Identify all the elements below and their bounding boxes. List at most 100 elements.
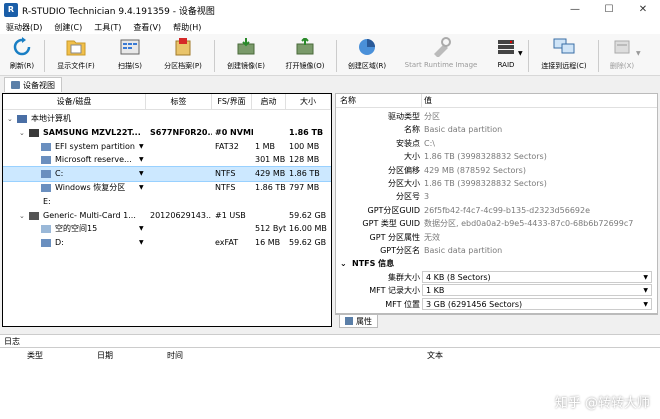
- col-fs[interactable]: FS/界面: [212, 94, 252, 110]
- property-value: 1 KB: [426, 286, 445, 296]
- col-size[interactable]: 大小: [286, 94, 331, 110]
- value-dropdown-arrow-icon[interactable]: ▼: [643, 271, 648, 284]
- prop-col-value[interactable]: 值: [422, 94, 657, 108]
- log-col-type[interactable]: 类型: [10, 350, 60, 362]
- log-col-time[interactable]: 时间: [150, 350, 200, 362]
- close-button[interactable]: ✕: [626, 0, 660, 20]
- row-dropdown-arrow-icon[interactable]: ▼: [139, 236, 144, 250]
- tree-row[interactable]: EFI system partition FAT32 1 MB 100 MB ▼: [3, 140, 331, 154]
- row-dropdown-arrow-icon[interactable]: ▼: [139, 167, 144, 181]
- property-row[interactable]: 驱动类型 分区: [336, 110, 657, 123]
- connect-remote-label: 连接到远程(C): [541, 62, 587, 70]
- tree-cell-name: C:: [55, 169, 64, 179]
- col-start[interactable]: 启动: [252, 94, 286, 110]
- ntfs-property-row[interactable]: 集群大小 4 KB (8 Sectors) ▼: [336, 270, 657, 284]
- tree-row[interactable]: E:: [3, 195, 331, 209]
- tree-cell-start: 301 MB: [255, 155, 286, 165]
- property-row[interactable]: GPT 分区属性 无效: [336, 231, 657, 244]
- tree-cell-size: 16.00 MB: [289, 224, 327, 234]
- property-row[interactable]: GPT分区名 Basic data partition: [336, 244, 657, 257]
- properties-pane: 名称 值 驱动类型 分区 名称 Basic data partition 安装点 C:\ 大…: [335, 93, 658, 314]
- property-value-field[interactable]: 3 GB (6291456 Sectors) ▼: [422, 297, 652, 311]
- property-row[interactable]: 分区偏移 429 MB (878592 Sectors): [336, 164, 657, 177]
- partition-archive-label: 分区档案(P): [164, 62, 202, 70]
- ntfs-property-row[interactable]: MFT 位置 3 GB (6291456 Sectors) ▼: [336, 297, 657, 311]
- log-col-text[interactable]: 文本: [410, 350, 460, 362]
- create-region-button[interactable]: 创建区域(R): [342, 36, 392, 74]
- connect-remote-button[interactable]: 连接到远程(C): [534, 36, 594, 74]
- property-row[interactable]: GPT 类型 GUID 数据分区, ebd0a0a2-b9e5-4433-87c0…: [336, 217, 657, 230]
- tree-row[interactable]: Microsoft reserve... 301 MB 128 MB ▼: [3, 153, 331, 167]
- col-label[interactable]: 标签: [146, 94, 212, 110]
- partition-archive-button[interactable]: 分区档案(P): [156, 36, 210, 74]
- tree-row[interactable]: ⌄ Generic- Multi-Card 1... 20120629143... #…: [3, 209, 331, 223]
- property-value-field[interactable]: 4 KB (8 Sectors) ▼: [422, 270, 652, 284]
- property-row[interactable]: GPT分区GUID 26f5fb42-f4c7-4c99-b135-d2323d5…: [336, 204, 657, 217]
- tree-cell-fs: [215, 195, 253, 209]
- property-value: 4 KB (8 Sectors): [426, 272, 491, 282]
- tree-row[interactable]: Windows 恢复分区 NTFS 1.86 TB 797 MB ▼: [3, 181, 331, 195]
- menu-drive[interactable]: 驱动器(D): [0, 22, 48, 33]
- row-dropdown-arrow-icon[interactable]: ▼: [139, 140, 144, 154]
- open-image-button[interactable]: 打开镜像(O): [278, 36, 332, 74]
- row-dropdown-arrow-icon[interactable]: ▼: [139, 153, 144, 167]
- create-image-button[interactable]: 创建镜像(E): [220, 36, 272, 74]
- menu-tools[interactable]: 工具(T): [88, 22, 127, 33]
- tab-properties[interactable]: 属性: [339, 315, 378, 328]
- property-row[interactable]: 分区号 3: [336, 190, 657, 203]
- expand-chevron-icon[interactable]: ⌄: [19, 209, 25, 223]
- tree-row[interactable]: 空的空间15 512 Byt...16.00 MB ▼: [3, 222, 331, 236]
- value-dropdown-arrow-icon[interactable]: ▼: [643, 298, 648, 311]
- property-row[interactable]: 安装点 C:\: [336, 137, 657, 150]
- menu-create[interactable]: 创建(C): [48, 22, 88, 33]
- minimize-button[interactable]: —: [558, 0, 592, 20]
- refresh-button[interactable]: 刷新(R): [4, 36, 40, 74]
- tree-row[interactable]: D: exFAT 16 MB 59.62 GB ▼: [3, 236, 331, 250]
- tree-cell-start: 512 Byt...: [255, 224, 287, 234]
- delete-button[interactable]: 删除(X): [604, 36, 640, 74]
- raid-icon: [495, 36, 517, 58]
- chevron-down-icon[interactable]: ⌄: [340, 257, 347, 270]
- tree-cell-size: [289, 195, 331, 209]
- tab-device-view[interactable]: 设备视图: [4, 77, 62, 92]
- tree-cell-name: D:: [55, 238, 64, 248]
- tree-cell-name: E:: [43, 196, 51, 206]
- runtime-image-icon: [430, 36, 452, 58]
- expand-chevron-icon[interactable]: ⌄: [7, 112, 13, 126]
- property-name: 大小: [404, 152, 420, 162]
- property-name: 驱动类型: [388, 112, 420, 121]
- menu-help[interactable]: 帮助(H): [167, 22, 207, 33]
- prop-col-name[interactable]: 名称: [336, 94, 422, 108]
- show-files-button[interactable]: 显示文件(F): [50, 36, 102, 74]
- menu-view[interactable]: 查看(V): [127, 22, 167, 33]
- ntfs-property-row[interactable]: MFT 记录大小 1 KB ▼: [336, 284, 657, 297]
- row-dropdown-arrow-icon[interactable]: ▼: [139, 181, 144, 195]
- tree-cell-label: [150, 112, 212, 126]
- tree-row[interactable]: ⌄ 本地计算机: [3, 112, 331, 126]
- menu-bar: 驱动器(D) 创建(C) 工具(T) 查看(V) 帮助(H): [0, 20, 660, 34]
- tree-cell-size: 1.86 TB: [289, 127, 324, 137]
- tree-row[interactable]: C: NTFS 429 MB 1.86 TB ▼: [3, 166, 331, 183]
- col-device[interactable]: 设备/磁盘: [3, 94, 146, 110]
- property-value-field[interactable]: 1 KB ▼: [422, 284, 652, 297]
- tree-cell-label: S677NF0R20...: [150, 127, 212, 137]
- scan-button[interactable]: 扫描(S): [108, 36, 152, 74]
- property-row[interactable]: 分区大小 1.86 TB (3998328832 Sectors): [336, 177, 657, 190]
- maximize-button[interactable]: ☐: [592, 0, 626, 20]
- property-row[interactable]: 名称 Basic data partition: [336, 123, 657, 136]
- start-runtime-image-label: Start Runtime Image: [404, 61, 478, 69]
- row-dropdown-arrow-icon[interactable]: ▼: [139, 222, 144, 236]
- remote-connect-icon: [553, 36, 575, 58]
- ntfs-section-header[interactable]: ⌄ NTFS 信息: [336, 257, 657, 270]
- expand-chevron-icon[interactable]: ⌄: [19, 126, 25, 140]
- scan-label: 扫描(S): [118, 62, 142, 70]
- value-dropdown-arrow-icon[interactable]: ▼: [643, 284, 648, 297]
- property-value: 429 MB (878592 Sectors): [424, 165, 526, 175]
- raid-dropdown-arrow-icon[interactable]: ▼: [518, 50, 523, 57]
- property-row[interactable]: 大小 1.86 TB (3998328832 Sectors): [336, 150, 657, 163]
- tree-row[interactable]: ⌄ SAMSUNG MZVL22T... S677NF0R20...#0 NVME,…: [3, 126, 331, 140]
- delete-dropdown-arrow-icon[interactable]: ▼: [636, 50, 641, 57]
- create-region-icon: [356, 36, 378, 58]
- log-col-date[interactable]: 日期: [80, 350, 130, 362]
- start-runtime-image-button[interactable]: Start Runtime Image: [398, 36, 484, 74]
